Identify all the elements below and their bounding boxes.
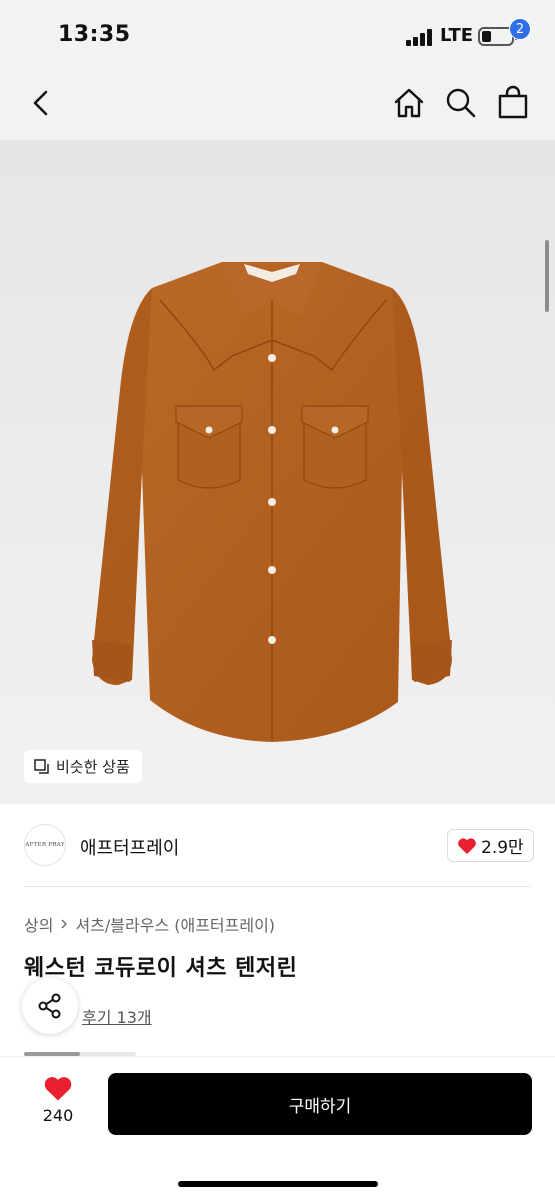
home-icon[interactable]	[390, 84, 428, 122]
divider	[24, 886, 531, 887]
wishlist-button[interactable]: 240	[32, 1075, 84, 1137]
breadcrumb-item-category[interactable]: 상의	[24, 912, 53, 936]
share-button[interactable]	[22, 978, 78, 1034]
product-title: 웨스턴 코듀로이 셔츠 텐저린	[24, 956, 298, 981]
wishlist-count: 240	[42, 1106, 74, 1125]
scrollbar[interactable]	[545, 240, 549, 312]
buy-button[interactable]: 구매하기	[108, 1073, 532, 1135]
back-icon[interactable]	[22, 84, 60, 122]
share-icon	[38, 993, 61, 1019]
heart-icon	[44, 1077, 72, 1101]
brand-row: AFTER PRAY 애프터프레이 2.9만	[0, 804, 555, 886]
brand-like-button[interactable]: 2.9만	[447, 829, 534, 862]
shirt-illustration	[0, 140, 555, 804]
status-bar: 13:35 LTE	[0, 0, 555, 66]
breadcrumb-item-subcategory[interactable]: 셔츠/블라우스 (애프터프레이)	[75, 912, 275, 936]
copy-icon	[34, 758, 50, 775]
chevron-right-icon	[61, 919, 68, 929]
bottom-action-bar: 240 구매하기	[0, 1056, 555, 1200]
brand-name[interactable]: 애프터프레이	[80, 834, 179, 860]
search-icon[interactable]	[442, 84, 480, 122]
cart-badge[interactable]: 2	[509, 18, 531, 40]
breadcrumb: 상의 셔츠/블라우스 (애프터프레이)	[24, 912, 275, 936]
review-link[interactable]: 후기 13개	[82, 1004, 152, 1028]
similar-products-label: 비슷한 상품	[56, 758, 130, 776]
network-label: LTE	[440, 25, 474, 46]
signal-icon	[406, 28, 434, 46]
heart-icon	[458, 837, 476, 854]
cart-icon[interactable]	[494, 84, 532, 122]
nav-bar	[0, 66, 555, 140]
home-indicator[interactable]	[178, 1181, 378, 1187]
brand-like-count: 2.9만	[481, 838, 524, 858]
status-time: 13:35	[58, 22, 131, 47]
product-image[interactable]	[0, 140, 555, 804]
similar-products-button[interactable]: 비슷한 상품	[24, 750, 142, 783]
brand-logo[interactable]: AFTER PRAY	[24, 824, 66, 866]
